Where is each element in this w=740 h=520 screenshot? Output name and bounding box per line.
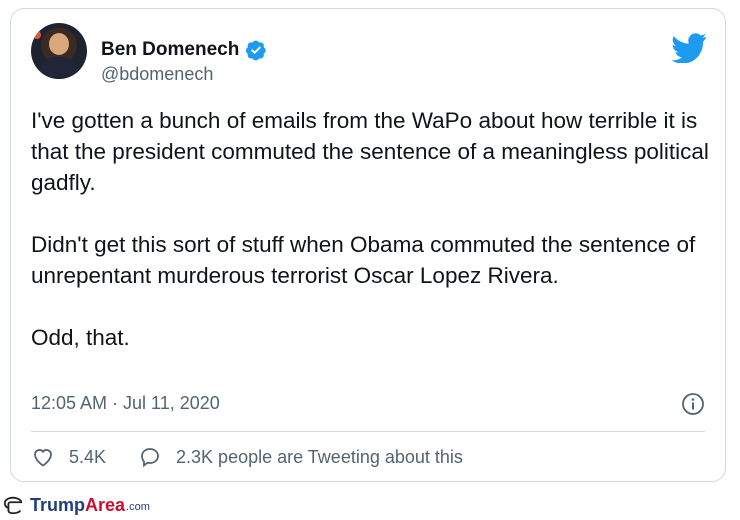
author-row: Ben Domenech [101, 39, 267, 61]
heart-icon [34, 449, 52, 467]
tweet-text: I've gotten a bunch of emails from the W… [31, 105, 711, 384]
verified-badge-icon [246, 40, 266, 61]
tweet-paragraph: I've gotten a bunch of emails from the W… [31, 108, 709, 195]
watermark-brand-area: Area [85, 494, 126, 515]
tweet-timestamp[interactable]: 12:05 AM · Jul 11, 2020 [31, 393, 220, 414]
tweet-paragraph: Odd, that. [31, 325, 130, 350]
tweet-actions: 5.4K 2.3K people are Tweeting about this [31, 445, 463, 469]
like-count: 5.4K [69, 446, 107, 467]
info-icon[interactable] [681, 392, 705, 416]
author-handle[interactable]: @bdomenech [101, 64, 213, 85]
tweeting-about-text: 2.3K people are Tweeting about this [176, 446, 463, 467]
tweeting-about-link[interactable]: 2.3K people are Tweeting about this [138, 445, 463, 469]
avatar[interactable] [31, 23, 87, 79]
watermark: Trump Area .com [2, 494, 150, 516]
twitter-bird-icon[interactable] [671, 33, 707, 63]
tweet-paragraph: Didn't get this sort of stuff when Obama… [31, 232, 696, 288]
author-name[interactable]: Ben Domenech [101, 39, 239, 61]
watermark-brand-trump: Trump [30, 494, 86, 515]
divider [31, 431, 705, 432]
speech-bubble-icon [141, 448, 159, 468]
tweet-card: Ben Domenech @bdomenech I've gotten a bu… [10, 8, 726, 482]
watermark-suffix: .com [126, 501, 150, 513]
like-button[interactable]: 5.4K [31, 445, 106, 469]
trump-hair-logo-icon [3, 496, 23, 515]
